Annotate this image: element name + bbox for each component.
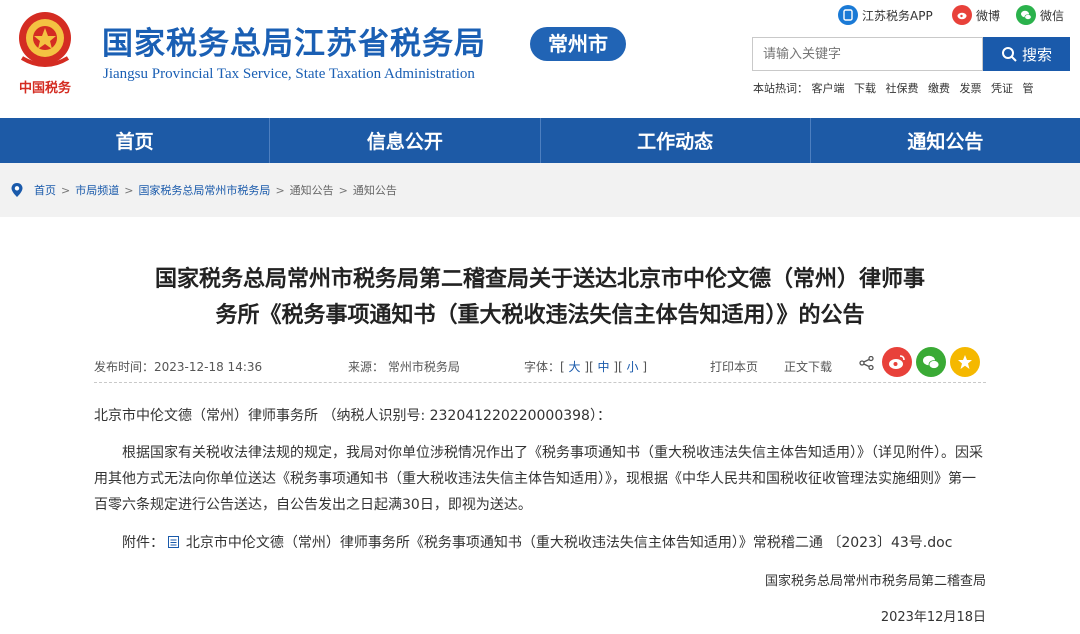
search-button-label: 搜索 <box>1021 46 1052 64</box>
breadcrumb-current[interactable]: 通知公告 <box>353 182 397 198</box>
article-meta: 发布时间：2023-12-18 14:36 来源： 常州市税务局 字体：[ 大 … <box>94 350 984 380</box>
social-wechat-label: 微信 <box>1040 8 1065 23</box>
download-link[interactable]: 正文下载 <box>784 358 832 375</box>
search-button[interactable]: 搜索 <box>983 37 1070 71</box>
social-weibo-label: 微博 <box>976 8 1001 23</box>
share-wechat-icon[interactable] <box>916 347 946 377</box>
site-header: 中国税务 国家税务总局江苏省税务局 Jiangsu Provincial Tax… <box>0 0 1080 118</box>
hot-word[interactable]: 社保费 <box>886 82 919 95</box>
hot-word[interactable]: 客户端 <box>812 82 845 95</box>
hot-words: 本站热词： 客户端 下载 社保费 缴费 发票 凭证 管 <box>753 80 1040 96</box>
emblem-text: 中国税务 <box>19 80 72 96</box>
nav-home[interactable]: 首页 <box>0 118 271 163</box>
city-badge[interactable]: 常州市 <box>530 27 626 61</box>
font-small-link[interactable]: 小 <box>627 360 639 374</box>
main-nav: 首页 信息公开 工作动态 通知公告 <box>0 118 1080 163</box>
hot-words-label: 本站热词： <box>753 82 808 95</box>
article-source: 来源： 常州市税务局 <box>348 360 460 374</box>
breadcrumb-separator: > <box>61 183 71 197</box>
tax-emblem-logo[interactable]: 中国税务 <box>10 6 80 98</box>
breadcrumb-separator: > <box>124 183 134 197</box>
social-weibo-link[interactable]: 微博 <box>952 4 1000 26</box>
print-link[interactable]: 打印本页 <box>710 358 758 375</box>
nav-work-news[interactable]: 工作动态 <box>541 118 811 163</box>
location-pin-icon <box>11 183 23 197</box>
site-title: 国家税务总局江苏省税务局 <box>102 26 486 62</box>
hot-word[interactable]: 缴费 <box>928 82 950 95</box>
share-weibo-icon[interactable] <box>882 347 912 377</box>
hot-word[interactable]: 凭证 <box>991 82 1013 95</box>
font-size-control: 字体：[ 大 ][ 中 ][ 小 ] <box>524 360 648 374</box>
attachment-file-link[interactable]: 北京市中伦文德（常州）律师事务所《税务事项通知书（重大税收违法失信主体告知适用）… <box>186 535 953 551</box>
article-body: 根据国家有关税收法律法规的规定，我局对你单位涉税情况作出了《税务事项通知书（重大… <box>94 445 983 513</box>
font-size-label: 字体： <box>524 360 561 374</box>
social-app-label: 江苏税务APP <box>862 8 933 23</box>
breadcrumb-city-channel[interactable]: 市局频道 <box>75 182 119 198</box>
nav-info-disclosure[interactable]: 信息公开 <box>270 118 541 163</box>
social-wechat-link[interactable]: 微信 <box>1016 4 1064 26</box>
breadcrumb-city-bureau[interactable]: 国家税务总局常州市税务局 <box>138 182 270 198</box>
weibo-icon <box>952 5 972 25</box>
article-title-line: 务所《税务事项通知书（重大税收违法失信主体告知适用）》的公告 <box>215 303 865 328</box>
breadcrumb-notices[interactable]: 通知公告 <box>290 182 334 198</box>
nav-notices[interactable]: 通知公告 <box>811 118 1080 163</box>
meta-divider <box>94 382 986 383</box>
font-large-link[interactable]: 大 <box>569 360 581 374</box>
signature-org: 国家税务总局常州市税务局第二稽查局 <box>764 574 986 589</box>
search-icon <box>1001 47 1017 62</box>
publish-time: 发布时间：2023-12-18 14:36 <box>94 360 263 374</box>
hot-word[interactable]: 管 <box>1023 82 1034 95</box>
share-icon[interactable] <box>859 356 875 370</box>
article-attachment: 附件： 北京市中伦文德（常州）律师事务所《税务事项通知书（重大税收违法失信主体告… <box>94 530 986 556</box>
attachment-label: 附件： <box>122 535 164 551</box>
hot-word[interactable]: 下载 <box>854 82 876 95</box>
search-input[interactable] <box>752 37 983 71</box>
social-app-link[interactable]: 江苏税务APP <box>838 4 933 26</box>
article-title-line: 国家税务总局常州市税务局第二稽查局关于送达北京市中伦文德（常州）律师事 <box>154 267 925 292</box>
breadcrumb: 首页 > 市局频道 > 国家税务总局常州市税务局 > 通知公告 > 通知公告 <box>0 163 1080 217</box>
article-addressee: 北京市中伦文德（常州）律师事务所 （纳税人识别号: 23204122022000… <box>94 408 611 424</box>
breadcrumb-home[interactable]: 首页 <box>34 182 56 198</box>
site-subtitle-en: Jiangsu Provincial Tax Service, State Ta… <box>103 66 475 82</box>
signature-date: 2023年12月18日 <box>880 610 986 625</box>
document-icon <box>168 536 180 548</box>
share-favorite-icon[interactable] <box>950 347 980 377</box>
font-medium-link[interactable]: 中 <box>598 360 610 374</box>
wechat-icon <box>1016 5 1036 25</box>
breadcrumb-separator: > <box>338 183 348 197</box>
app-icon <box>838 5 858 25</box>
breadcrumb-separator: > <box>275 183 285 197</box>
article-title: 国家税务总局常州市税务局第二稽查局关于送达北京市中伦文德（常州）律师事 务所《税… <box>90 262 990 334</box>
hot-word[interactable]: 发票 <box>960 82 982 95</box>
